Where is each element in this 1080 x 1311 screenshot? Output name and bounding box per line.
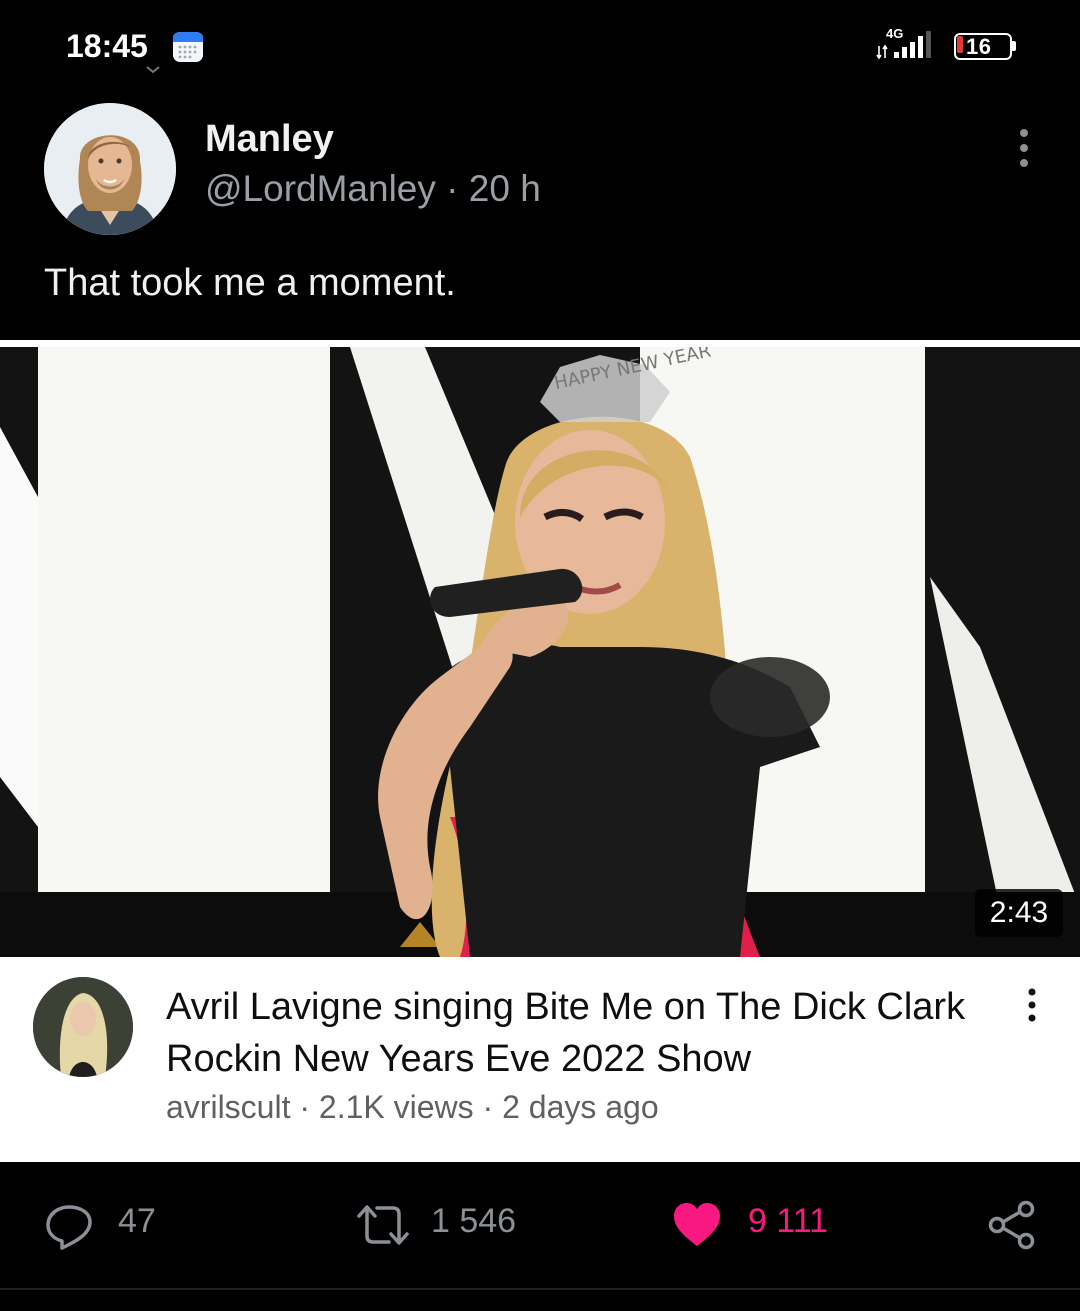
heart-icon xyxy=(674,1203,720,1246)
battery-level xyxy=(957,36,963,53)
notification-chevron-icon xyxy=(146,66,160,74)
author-meta: @LordManley · 20 h xyxy=(205,168,541,210)
video-duration-badge: 2:43 xyxy=(975,889,1063,937)
reply-icon xyxy=(46,1205,92,1250)
status-bar: 18:45 4G 16 xyxy=(0,0,1080,95)
like-button[interactable]: 9 111 xyxy=(672,1200,862,1250)
status-time: 18:45 xyxy=(66,28,148,64)
battery-percent: 16 xyxy=(966,34,992,59)
reply-count: 47 xyxy=(118,1202,156,1240)
channel-name[interactable]: avrilscult xyxy=(166,1089,290,1125)
divider xyxy=(0,1288,1080,1290)
tweet-age[interactable]: 20 h xyxy=(469,168,541,209)
video-info-row[interactable]: Avril Lavigne singing Bite Me on The Dic… xyxy=(0,957,1080,1162)
battery-indicator: 16 xyxy=(954,33,1016,60)
share-icon xyxy=(988,1200,1035,1250)
meta-separator: · xyxy=(299,1089,311,1125)
like-count: 9 111 xyxy=(748,1202,829,1240)
meta-separator: · xyxy=(446,168,459,209)
retweet-icon xyxy=(357,1205,409,1245)
posted-date: 2 days ago xyxy=(502,1089,659,1125)
author-avatar[interactable] xyxy=(44,103,176,235)
reply-button[interactable]: 47 xyxy=(44,1200,194,1250)
video-thumbnail[interactable]: HAPPY NEW YEAR xyxy=(0,347,1080,957)
network-type: 4G xyxy=(886,26,903,41)
tweet-text: That took me a moment. xyxy=(44,262,456,304)
retweet-button[interactable]: 1 546 xyxy=(355,1200,555,1250)
author-handle[interactable]: @LordManley xyxy=(205,168,436,209)
more-options-icon[interactable] xyxy=(1008,126,1040,170)
calendar-icon xyxy=(173,32,203,62)
signal-icon: 4G xyxy=(876,26,931,60)
channel-avatar[interactable] xyxy=(33,977,133,1077)
author-display-name[interactable]: Manley xyxy=(205,118,334,161)
retweet-count: 1 546 xyxy=(431,1202,517,1240)
view-count: 2.1K views xyxy=(318,1089,474,1125)
meta-separator: · xyxy=(482,1089,494,1125)
share-button[interactable] xyxy=(986,1200,1038,1250)
video-title[interactable]: Avril Lavigne singing Bite Me on The Dic… xyxy=(166,981,986,1085)
video-meta: avrilscult · 2.1K views · 2 days ago xyxy=(166,1089,659,1126)
video-more-options-icon[interactable] xyxy=(1020,985,1044,1025)
